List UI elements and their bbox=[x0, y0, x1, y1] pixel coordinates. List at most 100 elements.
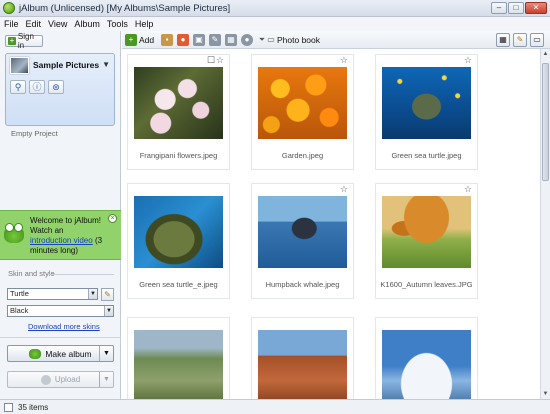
edit-mode-icon[interactable]: ✎ bbox=[513, 33, 527, 47]
skin-settings-icon[interactable]: ✎ bbox=[101, 288, 114, 301]
thumbnail-card[interactable]: Green sea turtle_e.jpeg bbox=[127, 183, 230, 299]
thumbnail-caption: Humpback whale.jpeg bbox=[265, 280, 340, 289]
thumbnail-image bbox=[258, 67, 347, 139]
thumbnail-caption: Garden.jpeg bbox=[281, 151, 324, 160]
menu-file[interactable]: File bbox=[4, 19, 19, 29]
frog-icon bbox=[29, 348, 42, 359]
upload-button[interactable]: Upload ▼ bbox=[7, 371, 114, 388]
thumbnail-grid: ☐☆ Frangipani flowers.jpeg ☆ Garden.jpeg… bbox=[122, 49, 540, 399]
new-folder-icon[interactable]: ▪ bbox=[161, 34, 173, 46]
circle-icon[interactable]: ● bbox=[241, 34, 253, 46]
thumbnail-card[interactable] bbox=[251, 317, 354, 399]
project-panel: Sample Pictures ▼ ⚲ ⓘ ⊛ Empty Project bbox=[5, 53, 115, 138]
scroll-up-icon[interactable]: ▲ bbox=[541, 49, 550, 59]
status-icon bbox=[4, 403, 13, 412]
thumbnail-card[interactable]: ☆ Green sea turtle.jpeg bbox=[375, 54, 478, 170]
thumbnail-badges[interactable]: ☆ bbox=[340, 184, 349, 195]
maximize-button[interactable]: □ bbox=[508, 2, 524, 14]
photo-book-icon[interactable]: ▭ bbox=[265, 34, 277, 46]
project-title: Sample Pictures bbox=[33, 60, 100, 70]
add-icon[interactable]: + bbox=[125, 34, 137, 46]
thumbnail-image bbox=[134, 67, 223, 139]
info-icon[interactable]: ⓘ bbox=[29, 80, 45, 94]
skin-select[interactable]: Turtle ▼ bbox=[7, 288, 98, 300]
left-pane: + Sign in Sample Pictures ▼ ⚲ ⓘ ⊛ Empty … bbox=[0, 31, 121, 399]
thumbnail-image bbox=[258, 330, 347, 399]
style-select[interactable]: Black ▼ bbox=[7, 305, 114, 317]
welcome-line1: Welcome to jAlbum! bbox=[30, 216, 101, 225]
status-bar: 35 items bbox=[0, 399, 550, 414]
thumbnail-card[interactable]: ☆ Garden.jpeg bbox=[251, 54, 354, 170]
thumbnail-card[interactable]: ☆ K1600_Autumn leaves.JPG bbox=[375, 183, 478, 299]
window-title: jAlbum (Unlicensed) [My Albums\Sample Pi… bbox=[19, 2, 231, 14]
upload-icon bbox=[40, 374, 51, 385]
welcome-text: Welcome to jAlbum! Watch an introduction… bbox=[30, 216, 114, 256]
thumbnail-caption: Frangipani flowers.jpeg bbox=[139, 151, 218, 160]
empty-project-label[interactable]: Empty Project bbox=[11, 129, 58, 138]
thumbnail-caption: K1600_Autumn leaves.JPG bbox=[380, 280, 473, 289]
toolbar: + Add ▪ ● ▣ ✎ ▦ ● ⏷ ▭ Photo book ▦ ✎ ▭ bbox=[122, 31, 550, 49]
crop-icon[interactable]: ▦ bbox=[225, 34, 237, 46]
skin-select-value: Turtle bbox=[10, 289, 29, 298]
thumbnail-image bbox=[134, 196, 223, 268]
title-bar: jAlbum (Unlicensed) [My Albums\Sample Pi… bbox=[0, 0, 550, 17]
menu-edit[interactable]: Edit bbox=[26, 19, 42, 29]
thumbnail-card[interactable]: ☐☆ Frangipani flowers.jpeg bbox=[127, 54, 230, 170]
plus-icon: + bbox=[8, 36, 16, 45]
thumbnail-card[interactable] bbox=[127, 317, 230, 399]
thumbnail-image bbox=[134, 330, 223, 399]
welcome-line2: Watch an bbox=[30, 226, 64, 235]
thumbnail-badges[interactable]: ☆ bbox=[464, 184, 473, 195]
style-select-value: Black bbox=[10, 306, 29, 315]
download-more-skins-link[interactable]: Download more skins bbox=[28, 322, 100, 331]
grid-view-icon[interactable]: ▦ bbox=[496, 33, 510, 47]
frog-mascot-icon bbox=[4, 223, 24, 243]
scrollbar-thumb[interactable] bbox=[542, 63, 549, 181]
edit-icon[interactable]: ✎ bbox=[209, 34, 221, 46]
chevron-down-icon[interactable]: ▼ bbox=[99, 346, 113, 361]
camera-icon[interactable]: ▣ bbox=[193, 34, 205, 46]
thumbnail-card[interactable]: ☆ Humpback whale.jpeg bbox=[251, 183, 354, 299]
make-album-button[interactable]: Make album ▼ bbox=[7, 345, 114, 362]
menu-tools[interactable]: Tools bbox=[107, 19, 128, 29]
sign-in-label: Sign in bbox=[17, 32, 34, 50]
close-icon[interactable]: × bbox=[108, 214, 117, 223]
chevron-down-icon: ▼ bbox=[104, 306, 113, 316]
sign-in-button[interactable]: + Sign in bbox=[5, 32, 43, 50]
vertical-scrollbar[interactable]: ▲ ▼ bbox=[540, 49, 550, 399]
upload-label: Upload bbox=[54, 375, 81, 384]
chevron-down-icon[interactable]: ▼ bbox=[99, 372, 113, 387]
search-icon[interactable]: ⚲ bbox=[10, 80, 26, 94]
project-tools: ⚲ ⓘ ⊛ bbox=[10, 80, 64, 94]
window-controls: – □ ✕ bbox=[491, 2, 547, 14]
details-view-icon[interactable]: ▭ bbox=[530, 33, 544, 47]
jalbum-app-icon bbox=[3, 2, 15, 14]
menu-bar: File Edit View Album Tools Help bbox=[0, 17, 550, 31]
introduction-video-link[interactable]: introduction video bbox=[30, 236, 93, 245]
menu-help[interactable]: Help bbox=[135, 19, 154, 29]
scroll-down-icon[interactable]: ▼ bbox=[541, 389, 550, 399]
thumbnail-caption: Green sea turtle_e.jpeg bbox=[139, 280, 218, 289]
thumbnail-image bbox=[382, 330, 471, 399]
thumbnail-image bbox=[382, 196, 471, 268]
thumbnail-badges[interactable]: ☆ bbox=[464, 55, 473, 66]
thumbnail-card[interactable] bbox=[375, 317, 478, 399]
close-button[interactable]: ✕ bbox=[525, 2, 547, 14]
add-label[interactable]: Add bbox=[139, 35, 154, 45]
tag-icon[interactable]: ⊛ bbox=[48, 80, 64, 94]
item-count: 35 items bbox=[18, 403, 49, 412]
thumbnail-badges[interactable]: ☆ bbox=[340, 55, 349, 66]
welcome-banner: Welcome to jAlbum! Watch an introduction… bbox=[0, 210, 121, 260]
photo-book-label[interactable]: Photo book bbox=[277, 35, 320, 45]
project-thumbnail bbox=[10, 57, 29, 74]
menu-view[interactable]: View bbox=[48, 19, 67, 29]
new-page-icon[interactable]: ● bbox=[177, 34, 189, 46]
minimize-button[interactable]: – bbox=[491, 2, 507, 14]
thumbnail-image bbox=[258, 196, 347, 268]
thumbnail-caption: Green sea turtle.jpeg bbox=[391, 151, 462, 160]
project-menu-arrow-icon[interactable]: ▼ bbox=[102, 60, 110, 69]
thumbnail-badges[interactable]: ☐☆ bbox=[207, 55, 225, 66]
divider bbox=[48, 274, 114, 275]
menu-album[interactable]: Album bbox=[74, 19, 100, 29]
thumbnail-image bbox=[382, 67, 471, 139]
